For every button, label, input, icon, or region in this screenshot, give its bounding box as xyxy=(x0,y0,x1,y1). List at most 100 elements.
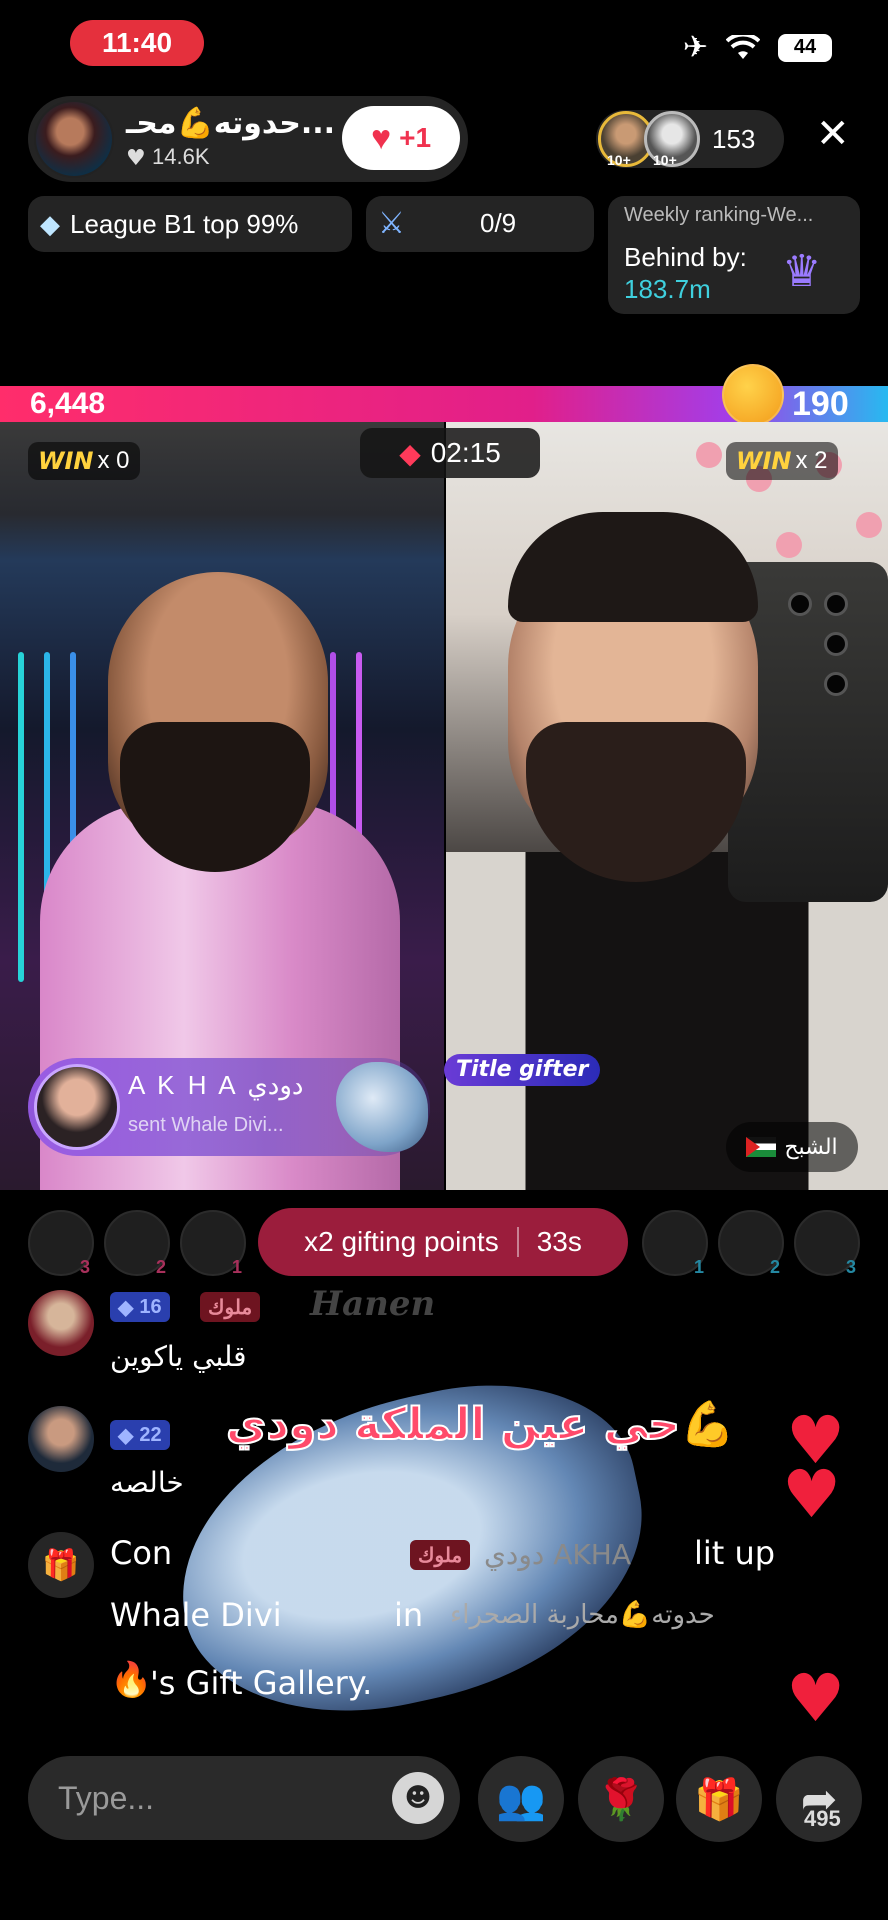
gift-message: sent Whale Divi... xyxy=(128,1114,284,1136)
right-gifter-avatar[interactable]: 2 xyxy=(718,1210,784,1277)
title-gifter-badge: Title gifter xyxy=(444,1054,601,1086)
camera-lens xyxy=(824,592,848,616)
progress-value: 0/9 xyxy=(480,208,517,238)
win-label: WIN xyxy=(38,447,94,475)
whale-gift-icon xyxy=(336,1062,428,1152)
ranking-behind-label: Behind by: xyxy=(624,242,747,272)
opponent-name-pill[interactable]: الشبح xyxy=(726,1122,858,1172)
camera-lens xyxy=(788,592,812,616)
battle-progress-chip[interactable]: ⚔ 0/9 xyxy=(366,196,594,252)
level-badge: ◆ 22 xyxy=(110,1420,170,1450)
gifter-name: A K H A دودي xyxy=(128,1070,304,1100)
right-wins: x 2 xyxy=(795,447,828,474)
viewer-badge: 10+ xyxy=(653,152,677,168)
crown-icon: ♛ xyxy=(782,246,822,297)
gifting-points-banner[interactable]: x2 gifting points 33s xyxy=(258,1208,628,1276)
right-score: 190 xyxy=(792,385,849,423)
chat-message: خالصه xyxy=(110,1466,184,1499)
weekly-ranking-card[interactable]: Weekly ranking-We... Behind by: 183.7m ♛ xyxy=(608,196,860,314)
host-avatar[interactable] xyxy=(34,100,114,178)
gifter-rank: 3 xyxy=(79,1257,90,1277)
win-label: WIN xyxy=(736,447,792,475)
diamond-icon: ◆ xyxy=(40,208,60,239)
blossom xyxy=(776,532,802,558)
left-gifter-avatar[interactable]: 3 xyxy=(28,1210,94,1277)
blossom xyxy=(856,512,882,538)
level-badge: ◆ 16 xyxy=(110,1292,170,1322)
rose-icon: 🌹 xyxy=(596,1776,646,1823)
system-message-line1-end: lit up xyxy=(694,1534,776,1572)
neon-light xyxy=(18,652,24,982)
fan-club-label: ملوك xyxy=(208,1296,253,1319)
heart-icon: ♥ xyxy=(370,118,392,157)
level-value: 22 xyxy=(139,1423,162,1446)
gifter-avatar[interactable] xyxy=(34,1064,120,1150)
system-message-line2-host: حدوته💪محاربة الصحراء xyxy=(450,1600,715,1630)
gifter-rank: 1 xyxy=(231,1257,242,1277)
battle-gloves-icon: ◆ xyxy=(399,437,421,469)
left-gifter-avatar[interactable]: 1 xyxy=(180,1210,246,1277)
left-gifter-avatar[interactable]: 2 xyxy=(104,1210,170,1277)
gift-notification[interactable]: A K H A دودي sent Whale Divi... xyxy=(28,1058,430,1156)
left-wins: x 0 xyxy=(97,447,130,474)
like-heart-icon: ♥ xyxy=(126,146,146,171)
follow-button[interactable]: ♥ +1 xyxy=(342,106,460,170)
divider xyxy=(516,1227,519,1257)
left-score: 6,448 xyxy=(30,387,106,420)
gifter-rank: 2 xyxy=(155,1257,166,1277)
league-label: League B1 top 99% xyxy=(70,208,299,239)
left-win-count: WIN x 0 xyxy=(28,442,140,480)
diamond-icon: ◆ xyxy=(118,1296,134,1319)
fan-club-badge: ملوك xyxy=(200,1292,261,1322)
top-viewer-avatar-2[interactable]: 10+ xyxy=(644,111,700,168)
system-message-line2-start: Whale Divi xyxy=(110,1596,282,1634)
guests-button[interactable]: 👥 xyxy=(478,1756,564,1842)
gift-box-icon: 🎁 xyxy=(694,1776,744,1823)
system-message-line3: 's Gift Gallery. xyxy=(150,1664,373,1702)
system-message-line1-user: دودي AKHA xyxy=(484,1538,631,1571)
chat-avatar[interactable] xyxy=(28,1290,94,1356)
right-gifter-avatar[interactable]: 1 xyxy=(642,1210,708,1277)
emoji-icon[interactable]: ☻ xyxy=(392,1772,444,1824)
diamond-icon: ◆ xyxy=(118,1424,134,1447)
gift-overlay-text: حي عين الملكة دودي💪 xyxy=(225,1398,736,1451)
system-message-line1-start: Con xyxy=(110,1534,173,1572)
battery-indicator: 44 xyxy=(778,33,832,62)
viewer-count[interactable]: 153 xyxy=(712,124,755,155)
fan-club-label: ملوك xyxy=(418,1544,463,1567)
follow-label: +1 xyxy=(399,122,432,153)
hair xyxy=(508,512,758,622)
timer-value: 02:15 xyxy=(430,437,501,468)
airplane-icon: ✈ xyxy=(682,30,708,65)
gift-icon: 🎁 xyxy=(28,1532,94,1598)
comment-input[interactable] xyxy=(58,1779,378,1817)
gifting-points-time: 33s xyxy=(536,1226,582,1257)
fan-club-badge: ملوك xyxy=(410,1540,471,1570)
host-name: حدوته💪محـ... xyxy=(126,106,336,141)
chat-username[interactable]: Hanen xyxy=(310,1284,435,1324)
ranking-title: Weekly ranking-We... xyxy=(624,204,814,226)
fire-icon: 🔥 xyxy=(110,1660,153,1700)
battle-timer: ◆ 02:15 xyxy=(360,428,540,478)
level-value: 16 xyxy=(139,1295,162,1318)
chat-message: قلبي ياكوين xyxy=(110,1340,247,1373)
opponent-name: الشبح xyxy=(784,1134,838,1160)
gifter-rank: 2 xyxy=(769,1257,780,1277)
camera-lens xyxy=(824,632,848,656)
gift-button[interactable]: 🎁 xyxy=(676,1756,762,1842)
chat-avatar[interactable] xyxy=(28,1406,94,1472)
flag-icon xyxy=(746,1137,777,1157)
system-message-line2-in: in xyxy=(394,1596,424,1634)
right-win-count: WIN x 2 xyxy=(726,442,838,480)
gifter-rank: 3 xyxy=(845,1257,856,1277)
share-count: 495 xyxy=(804,1806,841,1831)
right-gifter-avatar[interactable]: 3 xyxy=(794,1210,860,1277)
status-icons: ✈ 44 xyxy=(683,30,832,65)
rose-gift-button[interactable]: 🌹 xyxy=(578,1756,664,1842)
swords-icon: ⚔ xyxy=(378,206,405,241)
close-icon[interactable]: ✕ xyxy=(816,114,850,154)
viewer-badge: 10+ xyxy=(607,152,631,168)
floating-heart-icon: ♥ xyxy=(786,1660,846,1737)
league-chip[interactable]: ◆ League B1 top 99% xyxy=(28,196,352,252)
gifting-points-label: x2 gifting points xyxy=(304,1226,499,1257)
